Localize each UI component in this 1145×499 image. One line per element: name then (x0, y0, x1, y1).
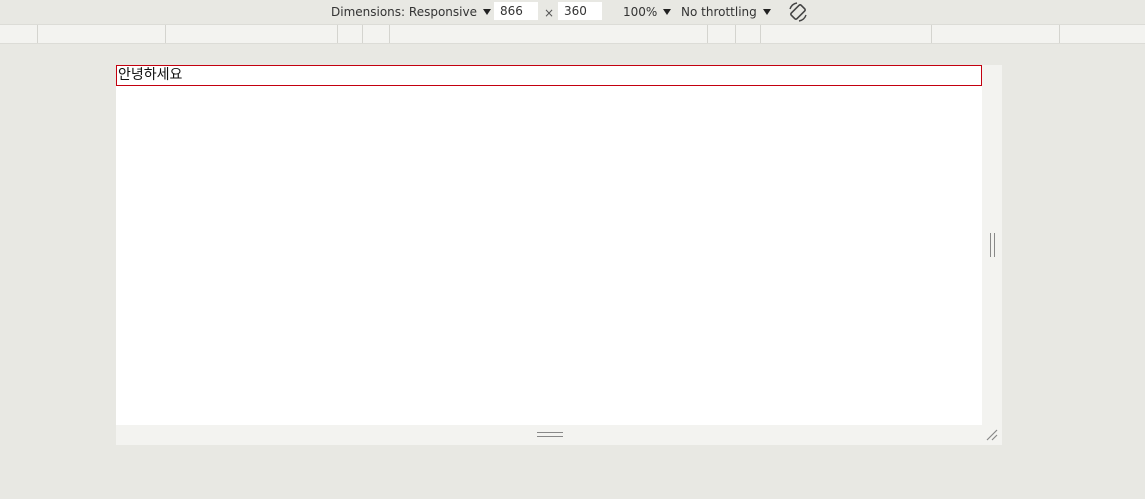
rotate-button[interactable] (786, 0, 810, 24)
horizontal-grip-icon (537, 432, 563, 437)
ruler-segment[interactable] (166, 25, 338, 43)
corner-resize-handle[interactable] (982, 425, 1002, 445)
dimensions-label: Dimensions: Responsive (331, 5, 477, 19)
width-input[interactable] (494, 2, 538, 20)
throttling-label: No throttling (681, 5, 757, 19)
media-query-ruler (0, 24, 1145, 44)
ruler-segment[interactable] (736, 25, 761, 43)
device-toolbar: Dimensions: Responsive × 100% No throttl… (0, 0, 1145, 24)
caret-down-icon (663, 9, 672, 15)
zoom-label: 100% (623, 5, 658, 19)
bottom-resize-handle[interactable] (116, 425, 982, 445)
ruler-segment[interactable] (338, 25, 363, 43)
ruler-segment[interactable] (1060, 25, 1145, 43)
ruler-segment[interactable] (363, 25, 390, 43)
rotate-icon (789, 2, 807, 22)
ruler-segment[interactable] (38, 25, 166, 43)
dimensions-dropdown[interactable]: Dimensions: Responsive (331, 0, 491, 24)
height-input[interactable] (558, 2, 602, 20)
times-separator: × (544, 6, 555, 20)
ruler-segment[interactable] (390, 25, 708, 43)
resize-corner-icon (986, 429, 998, 441)
ruler-segment[interactable] (0, 25, 38, 43)
caret-down-icon (762, 9, 771, 15)
caret-down-icon (482, 9, 491, 15)
throttling-dropdown[interactable]: No throttling (681, 0, 771, 24)
ruler-segment[interactable] (932, 25, 1060, 43)
ruler-segment[interactable] (708, 25, 736, 43)
zoom-dropdown[interactable]: 100% (623, 0, 672, 24)
right-resize-handle[interactable] (982, 65, 1002, 425)
device-viewport-frame: 안녕하세요 (116, 65, 1002, 445)
page-viewport: 안녕하세요 (116, 65, 982, 425)
ruler-segment[interactable] (761, 25, 932, 43)
vertical-grip-icon (990, 233, 995, 257)
highlighted-text-element[interactable]: 안녕하세요 (116, 65, 982, 86)
